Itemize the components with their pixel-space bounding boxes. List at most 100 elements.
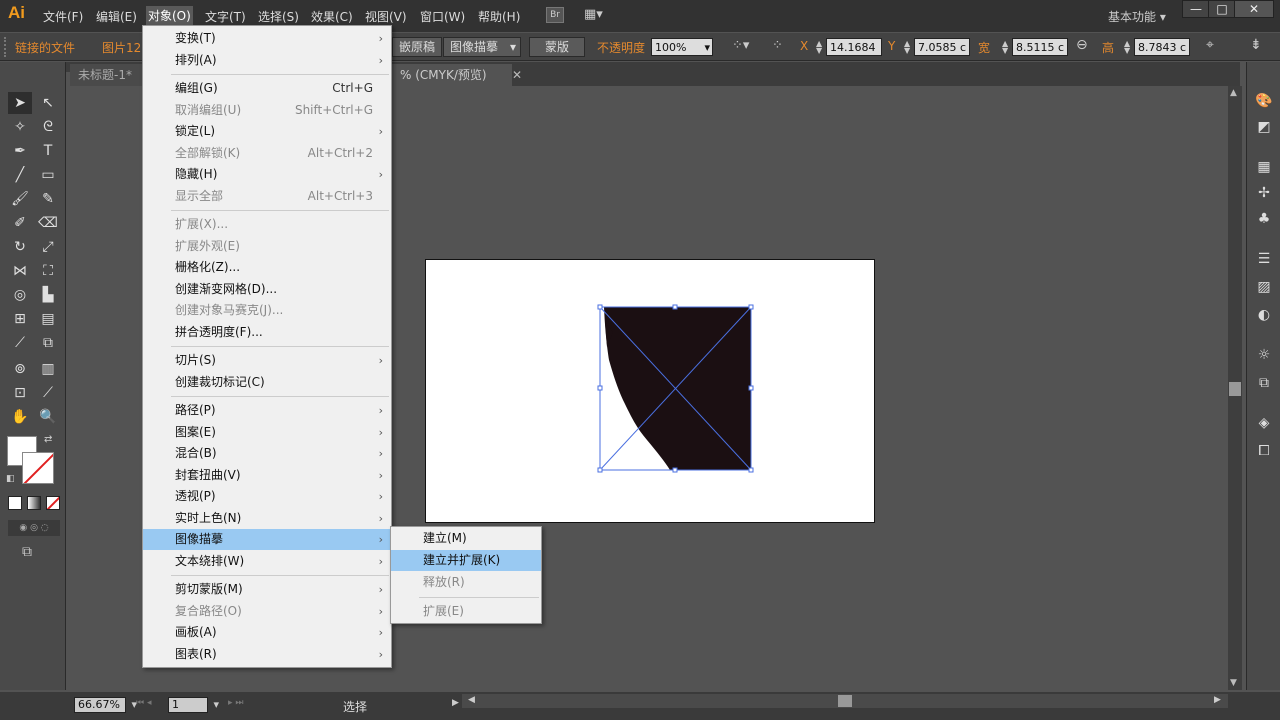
object-menu-item[interactable]: 图表(R) › (143, 644, 391, 665)
width-tool-icon[interactable]: ⋈ (8, 260, 32, 282)
object-menu-item[interactable]: 混合(B) › (143, 443, 391, 464)
gradient-tool-icon[interactable]: ▤ (36, 308, 60, 330)
status-menu-icon[interactable]: ▶ (452, 698, 459, 708)
screen-mode-icon[interactable]: ⧉ (22, 544, 32, 560)
x-field[interactable]: 14.1684 (826, 38, 882, 56)
mask-button[interactable]: 蒙版 (529, 37, 585, 57)
eraser-tool-icon[interactable]: ⌫ (36, 212, 60, 234)
object-menu-item[interactable]: 复合路径(O) › (143, 601, 391, 622)
artboard-number-field[interactable]: 1 ▾ (168, 697, 219, 713)
width-stepper[interactable]: ▲ ▼ (1002, 40, 1008, 55)
object-menu-item[interactable]: 显示全部 Alt+Ctrl+3 (143, 186, 391, 207)
object-menu-item[interactable]: 封套扭曲(V) › (143, 465, 391, 486)
color-guide-panel-icon[interactable]: ◩ (1252, 116, 1276, 138)
maximize-button[interactable]: □ (1208, 0, 1236, 18)
object-menu-item[interactable]: 图案(E) › (143, 422, 391, 443)
vertical-scrollbar[interactable]: ▲ ▼ (1228, 86, 1242, 690)
object-menu-item[interactable]: 锁定(L) › (143, 121, 391, 142)
tab-image-document[interactable]: % (CMYK/预览) ✕ (392, 64, 522, 86)
selection-tool-icon[interactable]: ➤ (8, 92, 32, 114)
object-menu-item[interactable]: 取消编组(U) Shift+Ctrl+G (143, 100, 391, 121)
menu-window[interactable]: 窗口(W) (420, 8, 465, 25)
trace-submenu-item[interactable]: 建立(M) (391, 528, 541, 549)
mesh-tool-icon[interactable]: ⊞ (8, 308, 32, 330)
gradient-panel-icon[interactable]: ▨ (1252, 276, 1276, 298)
default-colors-icon[interactable]: ◧ (6, 474, 15, 484)
color-mode-icon[interactable] (8, 496, 22, 510)
height-field[interactable]: 8.7843 c (1134, 38, 1190, 56)
stroke-swatch[interactable] (22, 452, 54, 484)
object-menu-item[interactable]: 图像描摹 › (143, 529, 391, 550)
drawing-modes-icon[interactable]: ◉ ◎ ◌ (8, 520, 60, 536)
close-button[interactable]: ✕ (1234, 0, 1274, 18)
y-field[interactable]: 7.0585 c (914, 38, 970, 56)
object-menu-item[interactable]: 扩展(X)... (143, 214, 391, 235)
rotate-tool-icon[interactable]: ↻ (8, 236, 32, 258)
object-menu-item[interactable]: 画板(A) › (143, 622, 391, 643)
zoom-field[interactable]: 66.67% ▾ (74, 697, 137, 713)
none-mode-icon[interactable] (46, 496, 60, 510)
opacity-label[interactable]: 不透明度 (597, 39, 645, 56)
hand-tool-icon[interactable]: ✋ (8, 406, 32, 428)
object-menu-item[interactable]: 编组(G) Ctrl+G (143, 78, 391, 99)
constrain-link-icon[interactable]: ⊖ (1076, 37, 1088, 53)
scroll-down-icon[interactable]: ▼ (1230, 678, 1237, 688)
object-menu-item[interactable]: 剪切蒙版(M) › (143, 579, 391, 600)
menu-file[interactable]: 文件(F) (43, 8, 83, 25)
grip-handle[interactable] (4, 37, 8, 57)
trace-submenu-item[interactable]: 建立并扩展(K) (391, 550, 541, 571)
lasso-tool-icon[interactable]: ᘓ (36, 116, 60, 138)
bridge-button[interactable]: Br (546, 7, 564, 23)
scroll-right-icon[interactable]: ▶ (1214, 695, 1221, 705)
artboards-panel-icon[interactable]: ⧠ (1252, 440, 1276, 462)
direct-selection-tool-icon[interactable]: ↖ (36, 92, 60, 114)
object-menu-item[interactable]: 隐藏(H) › (143, 164, 391, 185)
swap-fill-stroke-icon[interactable]: ⇄ (44, 434, 52, 445)
trace-submenu-item[interactable]: 扩展(E) (391, 601, 541, 622)
object-menu-item[interactable]: 全部解锁(K) Alt+Ctrl+2 (143, 143, 391, 164)
image-trace-button[interactable]: 图像描摹 ▾ (443, 37, 521, 57)
paintbrush-tool-icon[interactable]: 🖌 (8, 188, 32, 210)
scale-tool-icon[interactable]: ⤢ (36, 236, 60, 258)
pencil-tool-icon[interactable]: ✎ (36, 188, 60, 210)
object-menu-item[interactable]: 栅格化(Z)... (143, 257, 391, 278)
gradient-mode-icon[interactable] (27, 496, 41, 510)
x-stepper[interactable]: ▲ ▼ (816, 40, 822, 55)
workspace-switcher[interactable]: 基本功能 ▾ (1108, 8, 1166, 25)
transform-grid-icon[interactable]: ⁘ (772, 38, 783, 53)
menu-edit[interactable]: 编辑(E) (96, 8, 137, 25)
panel-menu-icon[interactable]: ⇟ (1250, 37, 1262, 53)
scroll-left-icon[interactable]: ◀ (468, 695, 475, 705)
width-field[interactable]: 8.5115 c (1012, 38, 1068, 56)
object-menu-item[interactable]: 创建渐变网格(D)... (143, 279, 391, 300)
traced-image[interactable] (595, 302, 757, 476)
brushes-panel-icon[interactable]: ✢ (1252, 182, 1276, 204)
y-stepper[interactable]: ▲ ▼ (904, 40, 910, 55)
object-menu-item[interactable]: 扩展外观(E) (143, 236, 391, 257)
color-panel-icon[interactable]: 🎨 (1252, 90, 1276, 112)
opacity-field[interactable]: 100% ▾ (651, 38, 713, 56)
transform-icon[interactable]: ⌖ (1206, 37, 1214, 53)
close-tab-icon[interactable]: ✕ (512, 64, 522, 86)
object-menu-item[interactable]: 变换(T) › (143, 28, 391, 49)
menu-view[interactable]: 视图(V) (365, 8, 407, 25)
first-artboard-icon[interactable]: ⏮ ◂ (136, 698, 151, 708)
pen-tool-icon[interactable]: ✒ (8, 140, 32, 162)
arrange-documents-icon[interactable]: ▦▾ (584, 7, 608, 23)
height-stepper[interactable]: ▲ ▼ (1124, 40, 1130, 55)
object-menu-item[interactable]: 排列(A) › (143, 50, 391, 71)
object-menu-item[interactable]: 文本绕排(W) › (143, 551, 391, 572)
menu-effect[interactable]: 效果(C) (311, 8, 353, 25)
layers-panel-icon[interactable]: ◈ (1252, 412, 1276, 434)
slice-tool-icon[interactable]: ⟋ (36, 382, 60, 404)
blend-tool-icon[interactable]: ⧉ (36, 332, 60, 354)
perspective-grid-tool-icon[interactable]: ▙ (36, 284, 60, 306)
zoom-tool-icon[interactable]: 🔍 (36, 406, 60, 428)
linked-file-link[interactable]: 链接的文件 (15, 39, 75, 56)
object-menu-item[interactable]: 创建裁切标记(C) (143, 372, 391, 393)
transparency-panel-icon[interactable]: ◐ (1252, 304, 1276, 326)
menu-select[interactable]: 选择(S) (258, 8, 299, 25)
rectangle-tool-icon[interactable]: ▭ (36, 164, 60, 186)
symbols-panel-icon[interactable]: ♣ (1252, 208, 1276, 230)
eyedropper-tool-icon[interactable]: ⟋ (8, 332, 32, 354)
